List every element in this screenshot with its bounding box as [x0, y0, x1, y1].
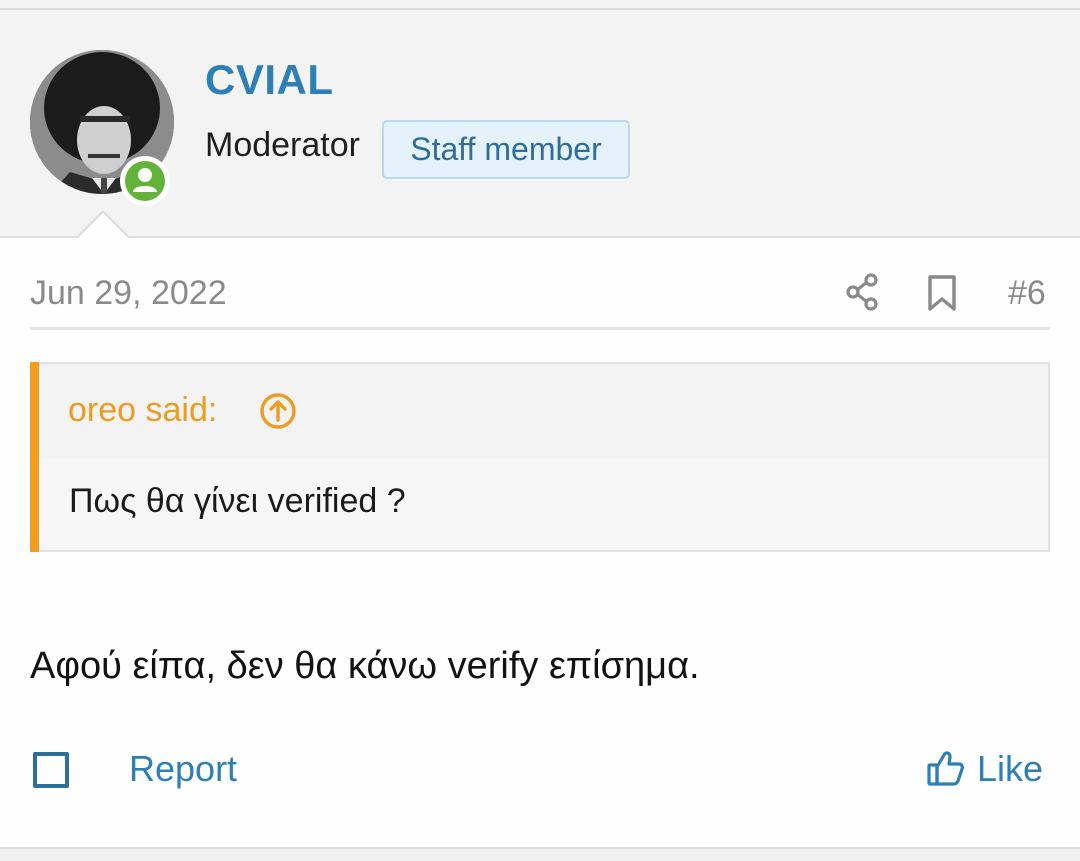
post-number-link[interactable]: #6: [1008, 274, 1046, 313]
select-post-checkbox[interactable]: [33, 752, 69, 788]
quote-accent-bar: [30, 362, 39, 552]
quote-text: Πως θα γίνει verified ?: [69, 482, 406, 520]
report-button[interactable]: Report: [129, 748, 237, 790]
bottom-divider: [0, 847, 1080, 861]
user-role-title: Moderator: [205, 126, 360, 164]
quote-author-link[interactable]: oreo said:: [68, 391, 217, 430]
bookmark-icon[interactable]: [926, 274, 958, 312]
post-container: CVIAL Moderator Staff member Jun 29, 202…: [0, 0, 1080, 861]
post-body-text: Αφού είπα, δεν θα κάνω verify επίσημα.: [30, 645, 700, 687]
online-status-badge: [120, 156, 170, 206]
share-icon[interactable]: [844, 272, 880, 312]
post-date[interactable]: Jun 29, 2022: [30, 274, 227, 313]
thumbs-up-icon[interactable]: [926, 748, 966, 788]
top-divider: [0, 0, 1080, 10]
meta-divider: [30, 327, 1050, 330]
arrow-up-circle-icon[interactable]: [259, 392, 297, 430]
user-online-icon: [133, 168, 157, 192]
quote-block: oreo said: Πως θα γίνει verified ?: [30, 362, 1050, 552]
username-link[interactable]: CVIAL: [205, 56, 334, 104]
like-button[interactable]: Like: [977, 748, 1043, 790]
user-header: CVIAL Moderator Staff member: [0, 10, 1080, 238]
staff-member-badge: Staff member: [382, 120, 630, 179]
